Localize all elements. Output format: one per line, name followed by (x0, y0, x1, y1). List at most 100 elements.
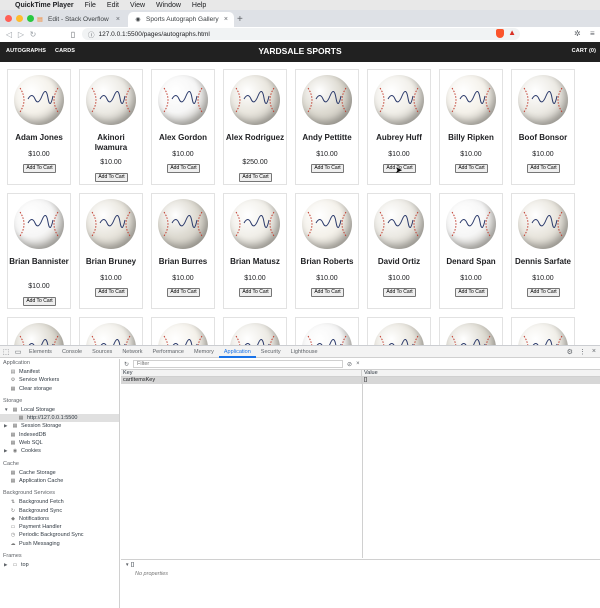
sidebar-item-application-cache[interactable]: ▦ Application Cache (0, 477, 119, 485)
sidebar-item-label: Service Workers (19, 377, 60, 384)
minimize-window-icon[interactable] (16, 15, 23, 22)
add-to-cart-button[interactable]: Add To Cart (95, 288, 128, 297)
add-to-cart-button[interactable]: Add To Cart (455, 164, 488, 173)
add-to-cart-button[interactable]: Add To Cart (23, 297, 56, 306)
sidebar-item-frame-top[interactable]: ▶ ▭ top (0, 561, 119, 569)
bookmark-icon[interactable]: ▯ (67, 30, 79, 39)
sidebar-item-service-workers[interactable]: ⚙ Service Workers (0, 376, 119, 384)
add-to-cart-button[interactable]: Add To Cart (383, 288, 416, 297)
table-row[interactable]: cartItemsKey [] (121, 377, 600, 384)
filter-input[interactable] (133, 360, 344, 368)
refresh-icon[interactable]: ↻ (124, 361, 129, 368)
value-column-header[interactable]: Value (362, 370, 600, 376)
nav-autographs-link[interactable]: AUTOGRAPHS (6, 48, 46, 54)
close-tab-icon[interactable]: × (116, 16, 120, 23)
inspect-element-icon[interactable]: ⬚ (0, 348, 12, 356)
clear-all-icon[interactable]: ⊘ (347, 361, 352, 368)
collapsed-triangle-icon[interactable]: ▶ (4, 447, 9, 455)
product-grid: Adam Jones $10.00 Add To Cart Akinori Iw… (7, 69, 587, 345)
sidebar-item-local-origin[interactable]: ▦ http://127.0.0.1:5500 (0, 414, 119, 423)
tab-elements[interactable]: Elements (24, 346, 57, 358)
extensions-icon[interactable]: ✲ (574, 27, 581, 41)
sidebar-item-clear-storage[interactable]: ▦ Clear storage (0, 385, 119, 393)
sidebar-item-web-sql[interactable]: ▦ Web SQL (0, 439, 119, 447)
expand-triangle-icon[interactable]: ▼ (125, 562, 129, 567)
tab-sports-autograph-gallery[interactable]: ◉ Sports Autograph Gallery × (128, 12, 234, 27)
sidebar-item-background-fetch[interactable]: ⇅ Background Fetch (0, 498, 119, 506)
add-to-cart-button[interactable]: Add To Cart (527, 288, 560, 297)
more-options-icon[interactable]: ⋮ (579, 348, 586, 356)
menu-file[interactable]: File (85, 2, 96, 9)
forward-icon[interactable]: ▷ (15, 30, 27, 39)
tab-memory[interactable]: Memory (189, 346, 219, 358)
sidebar-item-cache-storage[interactable]: ▦ Cache Storage (0, 469, 119, 477)
tab-stack-overflow[interactable]: ▤ Edit - Stack Overflow × (30, 12, 126, 27)
tab-console[interactable]: Console (57, 346, 87, 358)
product-price: $10.00 (172, 151, 194, 158)
autographed-baseball-image (302, 199, 352, 249)
product-name: Brian Roberts (300, 257, 354, 266)
nav-cards-link[interactable]: CARDS (55, 48, 75, 54)
product-card (367, 317, 431, 345)
add-to-cart-button[interactable]: Add To Cart (527, 164, 560, 173)
collapsed-triangle-icon[interactable]: ▶ (4, 561, 9, 569)
collapsed-triangle-icon[interactable]: ▶ (4, 422, 9, 430)
column-divider[interactable] (362, 377, 363, 558)
autographed-baseball-image (158, 323, 208, 345)
add-to-cart-button[interactable]: Add To Cart (239, 288, 272, 297)
sidebar-item-push-messaging[interactable]: ☁ Push Messaging (0, 540, 119, 548)
add-to-cart-button[interactable]: Add To Cart (455, 288, 488, 297)
add-to-cart-button[interactable]: Add To Cart (23, 164, 56, 173)
product-name: Billy Ripken (448, 133, 494, 142)
tab-network[interactable]: Network (117, 346, 147, 358)
address-bar[interactable]: ⓘ 127.0.0.1:5500/pages/autographs.html ▲ (82, 28, 520, 40)
delete-selected-icon[interactable]: × (356, 361, 360, 367)
sidebar-item-periodic-background-sync[interactable]: ◷ Periodic Background Sync (0, 531, 119, 539)
device-toolbar-icon[interactable]: ▭ (12, 348, 24, 356)
tab-security[interactable]: Security (256, 346, 286, 358)
key-column-header[interactable]: Key (121, 370, 362, 376)
close-devtools-icon[interactable]: × (592, 348, 596, 356)
tab-performance[interactable]: Performance (147, 346, 189, 358)
add-to-cart-button[interactable]: Add To Cart (311, 164, 344, 173)
sidebar-item-notifications[interactable]: ◆ Notifications (0, 515, 119, 523)
product-card: Alex Rodriguez $250.00 Add To Cart (223, 69, 287, 185)
product-price: $10.00 (532, 275, 554, 282)
tab-application[interactable]: Application (218, 346, 256, 358)
menu-window[interactable]: Window (156, 2, 181, 9)
sidebar-item-cookies[interactable]: ▶ ◉ Cookies (0, 447, 119, 455)
sidebar-item-indexeddb[interactable]: ▦ IndexedDB (0, 431, 119, 439)
product-price: $10.00 (460, 275, 482, 282)
settings-gear-icon[interactable]: ⚙ (567, 348, 573, 356)
close-tab-icon[interactable]: × (224, 16, 228, 23)
sidebar-item-label: Background Sync (19, 507, 63, 514)
nav-cart-link[interactable]: CART (0) (572, 48, 596, 54)
new-tab-icon[interactable]: + (237, 14, 243, 25)
tab-sources[interactable]: Sources (87, 346, 117, 358)
product-card: Brian Matusz $10.00 Add To Cart (223, 193, 287, 309)
menu-kebab-icon[interactable]: ≡ (590, 27, 595, 41)
add-to-cart-button[interactable]: Add To Cart (239, 173, 272, 182)
add-to-cart-button[interactable]: Add To Cart (311, 288, 344, 297)
sidebar-item-background-sync[interactable]: ↻ Background Sync (0, 507, 119, 515)
add-to-cart-button[interactable]: Add To Cart (95, 173, 128, 182)
sidebar-item-manifest[interactable]: ▤ Manifest (0, 368, 119, 376)
site-info-icon[interactable]: ⓘ (88, 29, 95, 39)
warning-icon[interactable]: ▲ (508, 28, 516, 37)
brave-shield-icon[interactable] (496, 29, 504, 38)
back-icon[interactable]: ◁ (3, 30, 15, 39)
expanded-triangle-icon[interactable]: ▼ (4, 406, 9, 414)
sidebar-item-local-storage[interactable]: ▼ ▦ Local Storage (0, 406, 119, 414)
close-window-icon[interactable] (5, 15, 12, 22)
sidebar-item-session-storage[interactable]: ▶ ▦ Session Storage (0, 422, 119, 430)
menu-help[interactable]: Help (192, 2, 206, 9)
menu-view[interactable]: View (130, 2, 145, 9)
product-card: Brian Roberts $10.00 Add To Cart (295, 193, 359, 309)
app-menu[interactable]: QuickTime Player (15, 2, 74, 9)
sidebar-item-payment-handler[interactable]: ▭ Payment Handler (0, 523, 119, 531)
add-to-cart-button[interactable]: Add To Cart (167, 288, 200, 297)
tab-lighthouse[interactable]: Lighthouse (286, 346, 323, 358)
add-to-cart-button[interactable]: Add To Cart (167, 164, 200, 173)
menu-edit[interactable]: Edit (107, 2, 119, 9)
reload-icon[interactable]: ↻ (27, 30, 39, 39)
